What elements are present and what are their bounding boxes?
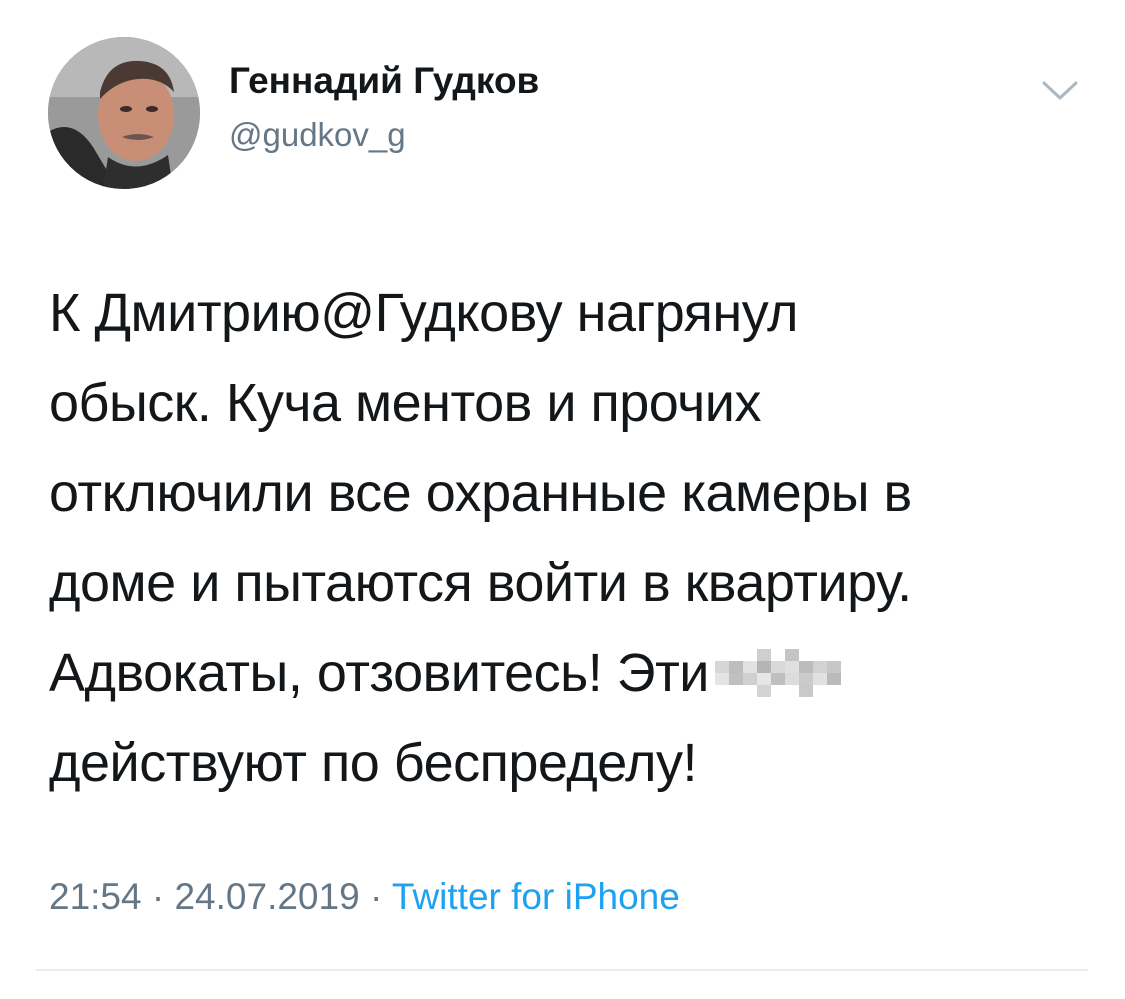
tweet-card: Геннадий Гудков @gudkov_g К Дмитрию@Гудк… bbox=[0, 0, 1125, 999]
tweet-time[interactable]: 21:54 bbox=[49, 876, 142, 917]
author-name[interactable]: Геннадий Гудков bbox=[229, 60, 539, 102]
tweet-line: отключили все охранные камеры в bbox=[49, 463, 912, 523]
tweet-line: действуют по беспределу! bbox=[49, 733, 698, 793]
tweet-text: К Дмитрию@Гудкову нагрянул обыск. Куча м… bbox=[49, 268, 1089, 808]
divider bbox=[36, 969, 1088, 971]
tweet-line: К Дмитрию@Гудкову нагрянул bbox=[49, 283, 799, 343]
tweet-line: доме и пытаются войти в квартиру. bbox=[49, 553, 912, 613]
tweet-source-link[interactable]: Twitter for iPhone bbox=[392, 876, 680, 917]
meta-separator: · bbox=[151, 876, 165, 917]
tweet-meta: 21:54 · 24.07.2019 · Twitter for iPhone bbox=[49, 876, 680, 918]
chevron-down-icon[interactable] bbox=[1040, 78, 1080, 104]
tweet-line-with-censor: Адвокаты, отзовитесь! Эти bbox=[49, 628, 1089, 718]
tweet-line: обыск. Куча ментов и прочих bbox=[49, 373, 761, 433]
tweet-date[interactable]: 24.07.2019 bbox=[174, 876, 359, 917]
tweet-line: Адвокаты, отзовитесь! Эти bbox=[49, 643, 709, 703]
censored-word-pixelated bbox=[714, 647, 845, 699]
avatar-photo bbox=[48, 37, 200, 189]
meta-separator: · bbox=[369, 876, 383, 917]
author-handle[interactable]: @gudkov_g bbox=[229, 116, 406, 154]
avatar[interactable] bbox=[48, 37, 200, 189]
